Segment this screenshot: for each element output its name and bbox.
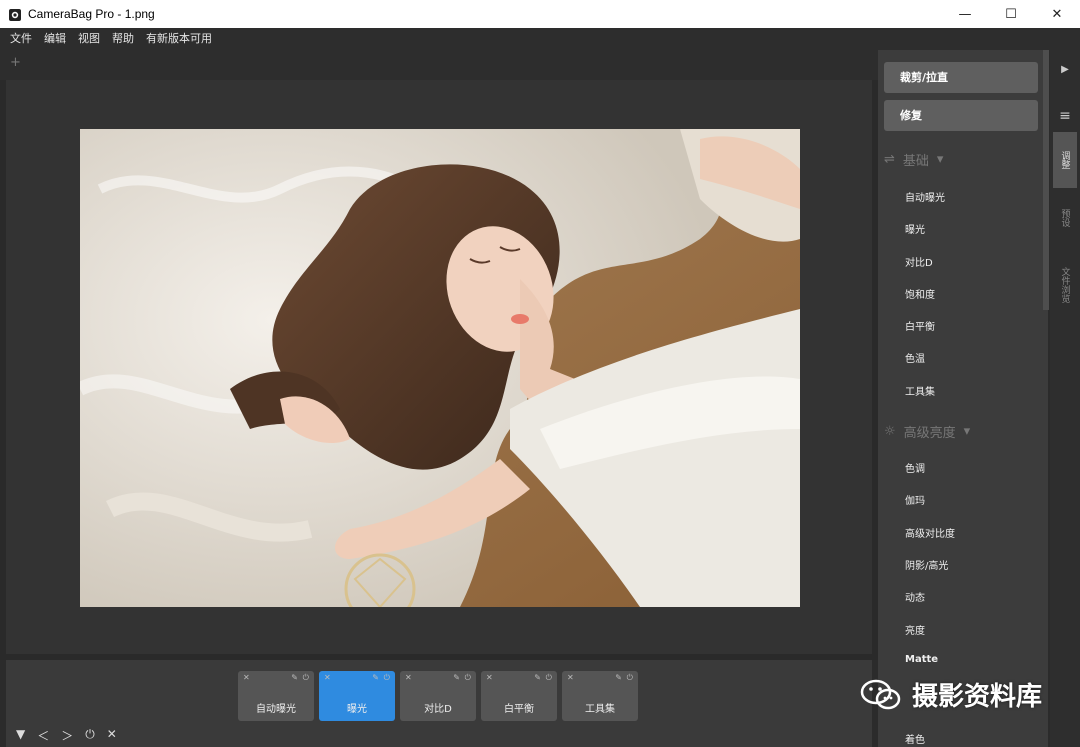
title-bar: CameraBag Pro - 1.png — ☐ ✕ <box>0 0 1080 28</box>
previous-icon[interactable]: ＜ <box>37 727 49 744</box>
adjustment-exposure[interactable]: 曝光 <box>905 221 925 236</box>
adjustment-matte[interactable]: Matte <box>905 654 938 665</box>
panel-scrollbar[interactable] <box>1043 50 1049 310</box>
power-icon[interactable]: ⏻ <box>465 673 471 683</box>
image-canvas-area: + <box>0 50 878 660</box>
section-advanced-label: 高级亮度 <box>903 426 956 441</box>
power-icon[interactable]: ⏻ <box>303 673 309 683</box>
effect-card-label: 曝光 <box>347 704 367 715</box>
tab-file-browser[interactable]: 文件浏览 <box>1053 250 1077 320</box>
adjustment-dynamic[interactable]: 动态 <box>905 589 925 604</box>
adjustment-gamma[interactable]: 伽玛 <box>905 492 925 507</box>
play-icon[interactable]: ▶ <box>1050 64 1080 75</box>
close-button[interactable]: ✕ <box>1034 0 1080 28</box>
canvas-tab-bar: + <box>0 50 878 80</box>
remove-icon[interactable]: ✕ <box>324 673 331 682</box>
tab-adjust[interactable]: 调整 <box>1053 132 1077 188</box>
crop-straighten-button[interactable]: 裁剪/拉直 <box>884 62 1038 93</box>
pin-icon[interactable]: ✎ <box>291 673 298 682</box>
menu-help[interactable]: 帮助 <box>106 28 140 50</box>
side-tab-bar: ▶ ≡ 调整 预设 文件浏览 <box>1050 50 1080 747</box>
camerabag-app-icon <box>8 7 22 21</box>
adjustment-white-balance[interactable]: 白平衡 <box>905 318 935 333</box>
adjustment-auto-exposure[interactable]: 自动曝光 <box>905 189 945 204</box>
adjustment-color-temperature[interactable]: 色温 <box>905 350 925 365</box>
image-viewport[interactable] <box>6 80 872 654</box>
minimize-button[interactable]: — <box>942 0 988 28</box>
power-icon[interactable]: ⏻ <box>546 673 552 683</box>
effect-card-label: 对比D <box>424 704 452 715</box>
menu-edit[interactable]: 编辑 <box>38 28 72 50</box>
pin-icon[interactable]: ✎ <box>372 673 379 682</box>
applied-adjustments-strip: ✕ ✎ ⏻ 自动曝光 ✕ ✎ ⏻ 曝光 ✕ ✎ ⏻ 对比D ✕ ✎ ⏻ 白平衡 … <box>6 660 872 747</box>
power-icon[interactable]: ⏻ <box>384 673 390 683</box>
next-icon[interactable]: ＞ <box>61 727 73 744</box>
remove-icon[interactable]: ✕ <box>243 673 250 682</box>
section-advanced-brightness[interactable]: ☼ 高级亮度 ▾ <box>884 422 970 441</box>
wechat-icon <box>860 679 902 711</box>
photo-preview[interactable] <box>80 129 800 607</box>
adjustment-brightness[interactable]: 亮度 <box>905 622 925 637</box>
pin-icon[interactable]: ✎ <box>453 673 460 682</box>
remove-icon[interactable]: ✕ <box>567 673 574 682</box>
tab-presets[interactable]: 预设 <box>1053 190 1077 246</box>
repair-button[interactable]: 修复 <box>884 100 1038 131</box>
power-all-icon[interactable]: ⏻ <box>85 727 95 744</box>
remove-icon[interactable]: ✕ <box>405 673 412 682</box>
strip-controls: ▼ ＜ ＞ ⏻ ✕ <box>16 727 117 744</box>
effect-card-white-balance[interactable]: ✕ ✎ ⏻ 白平衡 <box>481 671 557 721</box>
effect-card-label: 自动曝光 <box>256 704 296 715</box>
section-basic[interactable]: ⇌ 基础 ▾ <box>884 150 943 169</box>
watermark-text: 摄影资料库 <box>912 682 1043 712</box>
hamburger-menu-icon[interactable]: ≡ <box>1050 108 1080 124</box>
effect-card-label: 白平衡 <box>504 704 534 715</box>
window-title: CameraBag Pro - 1.png <box>28 7 155 21</box>
adjustment-contrast[interactable]: 对比D <box>905 254 933 269</box>
adjustment-tone[interactable]: 色调 <box>905 460 925 475</box>
adjustment-saturation[interactable]: 饱和度 <box>905 286 935 301</box>
maximize-button[interactable]: ☐ <box>988 0 1034 28</box>
menu-file[interactable]: 文件 <box>4 28 38 50</box>
adjustment-toolset[interactable]: 工具集 <box>905 383 935 398</box>
effect-card-label: 工具集 <box>585 704 615 715</box>
chevron-down-icon: ▾ <box>936 152 944 167</box>
sun-icon: ☼ <box>884 424 896 439</box>
adjustment-tint[interactable]: 着色 <box>905 731 925 746</box>
menu-bar: 文件 编辑 视图 帮助 有新版本可用 <box>0 28 1080 50</box>
effect-card-toolset[interactable]: ✕ ✎ ⏻ 工具集 <box>562 671 638 721</box>
adjustments-panel: 裁剪/拉直 修复 ⇌ 基础 ▾ 自动曝光 曝光 对比D 饱和度 白平衡 色温 工… <box>878 50 1048 747</box>
pin-icon[interactable]: ✎ <box>615 673 622 682</box>
menu-update-available[interactable]: 有新版本可用 <box>140 28 218 50</box>
watermark: 摄影资料库 <box>860 676 1042 713</box>
adjustment-shadows-highlights[interactable]: 阴影/高光 <box>905 557 948 572</box>
collapse-icon[interactable]: ▼ <box>16 727 25 744</box>
menu-view[interactable]: 视图 <box>72 28 106 50</box>
adjustment-advanced-contrast[interactable]: 高级对比度 <box>905 525 955 540</box>
sliders-icon: ⇌ <box>884 152 895 167</box>
power-icon[interactable]: ⏻ <box>627 673 633 683</box>
effect-card-auto-exposure[interactable]: ✕ ✎ ⏻ 自动曝光 <box>238 671 314 721</box>
effect-card-contrast[interactable]: ✕ ✎ ⏻ 对比D <box>400 671 476 721</box>
add-tab-button[interactable]: + <box>10 55 21 70</box>
chevron-down-icon: ▾ <box>963 424 971 439</box>
clear-all-icon[interactable]: ✕ <box>107 727 117 744</box>
section-basic-label: 基础 <box>902 154 929 169</box>
pin-icon[interactable]: ✎ <box>534 673 541 682</box>
effect-card-exposure[interactable]: ✕ ✎ ⏻ 曝光 <box>319 671 395 721</box>
remove-icon[interactable]: ✕ <box>486 673 493 682</box>
